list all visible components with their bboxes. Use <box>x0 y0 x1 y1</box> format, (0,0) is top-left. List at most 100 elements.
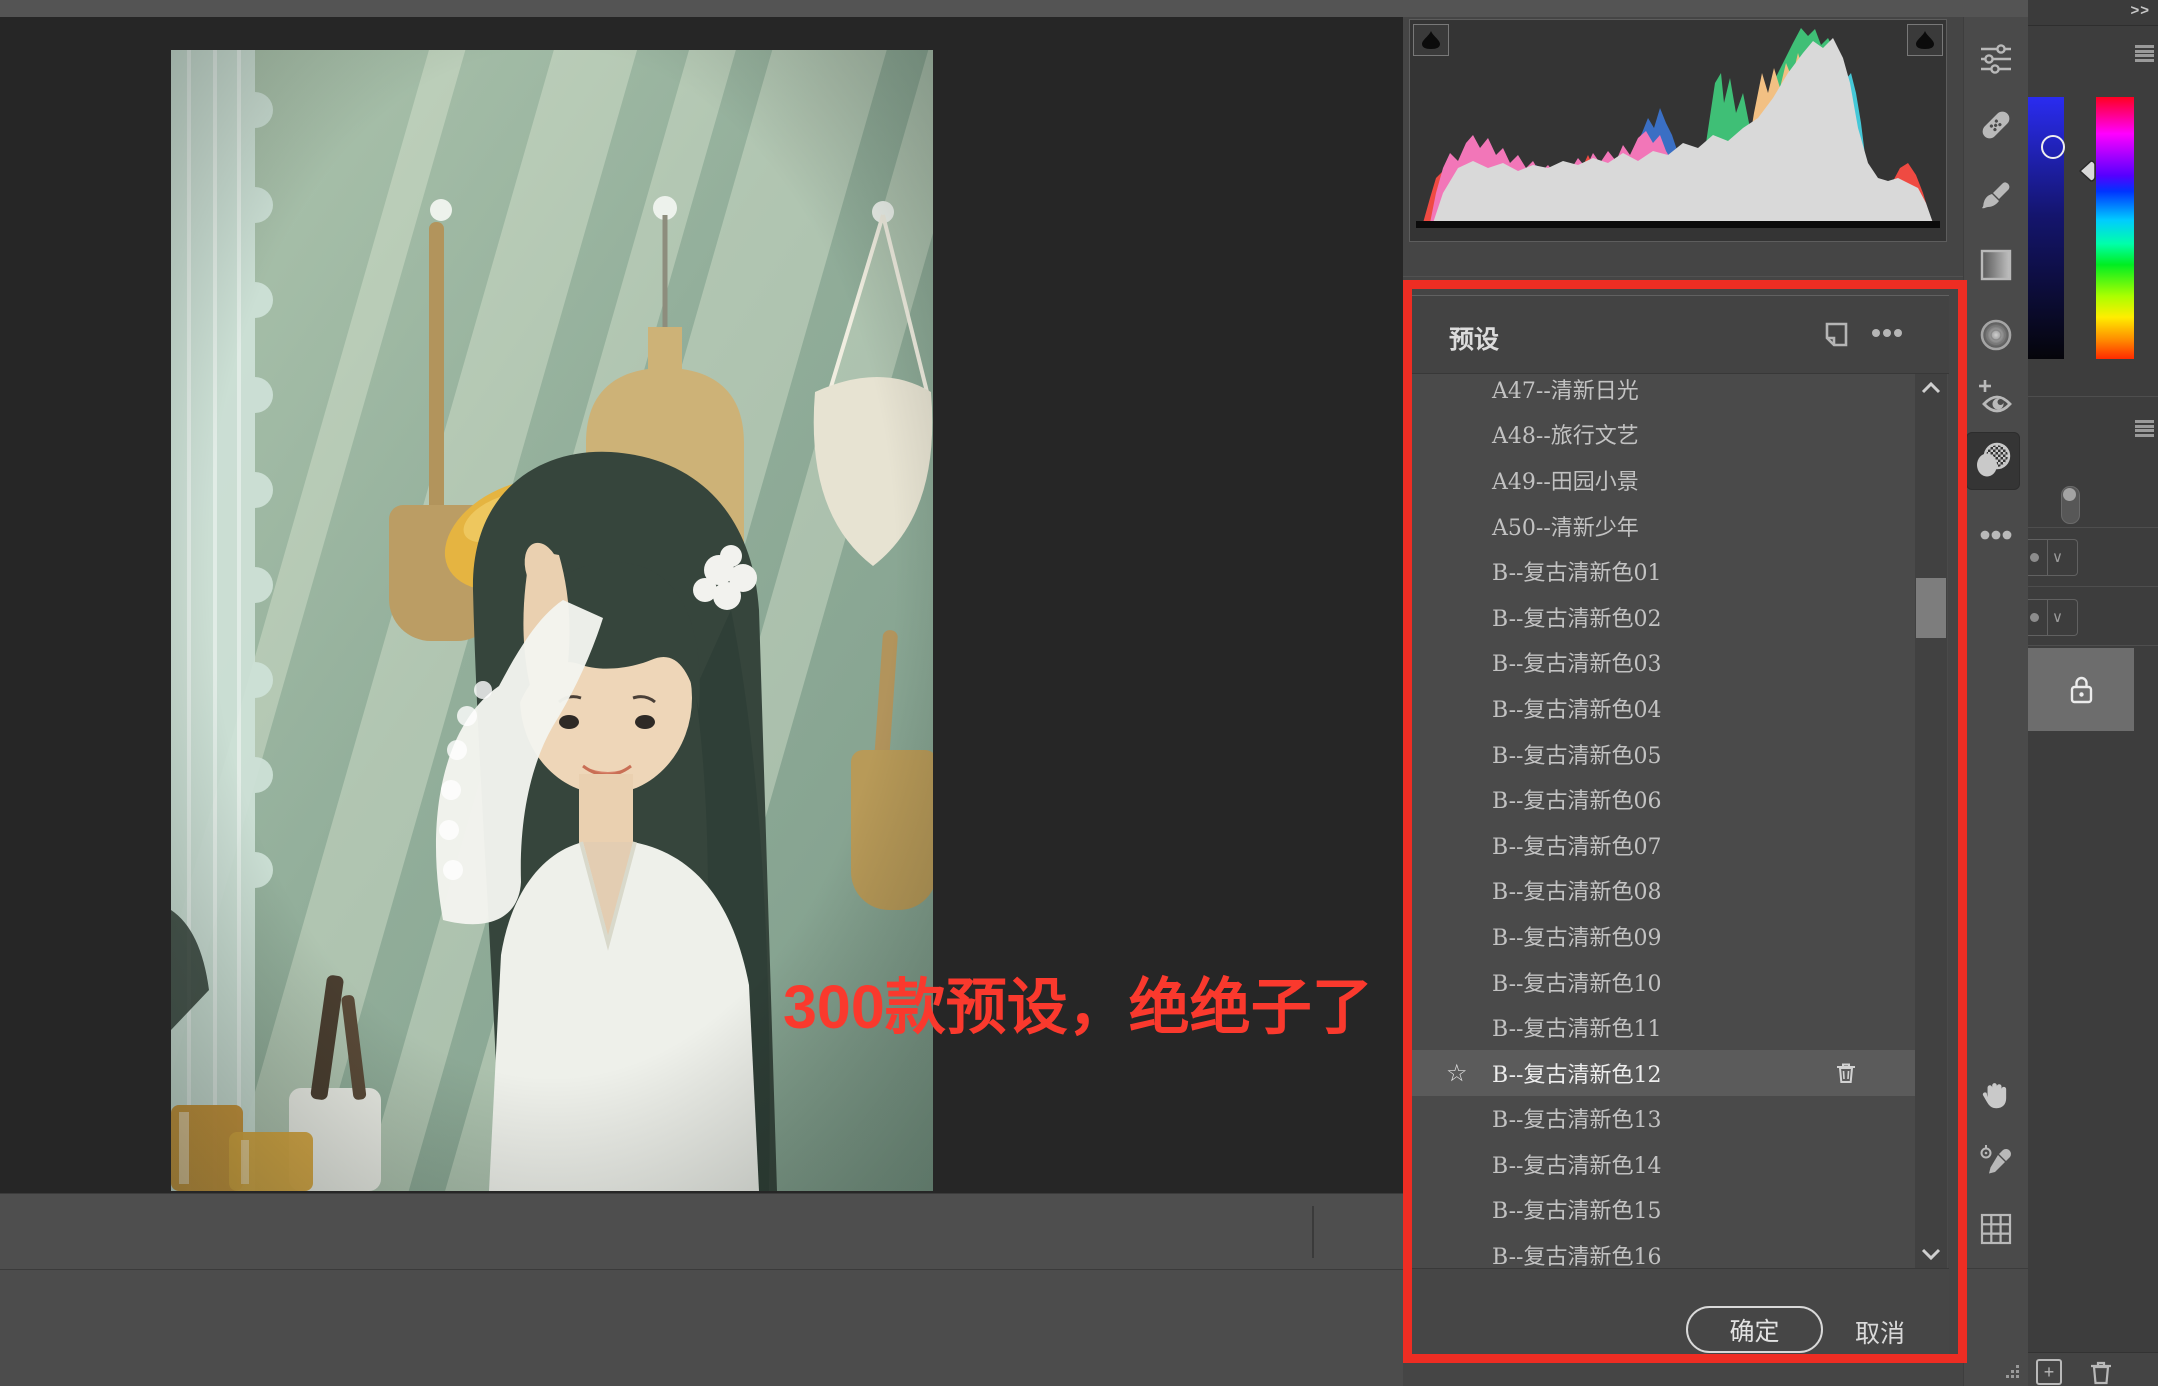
histogram-plot <box>1410 20 1946 239</box>
dropdown-1[interactable]: ∨ <box>2028 539 2078 576</box>
preset-label: A48--旅行文艺 <box>1492 418 1639 450</box>
shadow-clipping-indicator[interactable] <box>1413 24 1449 56</box>
color-panel-footer: + <box>2028 1352 2158 1386</box>
preset-row[interactable]: B--复古清新色11 <box>1412 1004 1915 1050</box>
preset-row[interactable]: B--复古清新色03 <box>1412 640 1915 686</box>
preset-row[interactable]: B--复古清新色02 <box>1412 594 1915 640</box>
star-icon[interactable]: ☆ <box>1446 1059 1468 1087</box>
preset-label: B--复古清新色10 <box>1492 966 1661 998</box>
brush-tool[interactable] <box>1974 175 2018 219</box>
preset-row[interactable]: B--复古清新色05 <box>1412 731 1915 777</box>
chevron-down-icon: ∨ <box>2052 608 2063 626</box>
presets-title: 预设 <box>1449 320 1499 356</box>
red-eye-tool[interactable] <box>1974 375 2018 419</box>
preset-label: B--复古清新色13 <box>1492 1102 1661 1134</box>
preset-list: A47--清新日光 A48--旅行文艺 A49--田园小景 A50--清新少年 … <box>1412 374 1948 1268</box>
resize-grip-dots <box>2006 1365 2022 1381</box>
panel-menu-icon[interactable] <box>2135 45 2154 62</box>
preset-label: B--复古清新色02 <box>1492 601 1661 633</box>
preset-label: B--复古清新色11 <box>1492 1011 1661 1043</box>
preset-rows: A47--清新日光 A48--旅行文艺 A49--田园小景 A50--清新少年 … <box>1412 374 1948 1268</box>
preset-row[interactable]: B--复古清新色04 <box>1412 685 1915 731</box>
title-bar <box>0 0 2028 18</box>
preset-label: A50--清新少年 <box>1492 510 1639 542</box>
radial-gradient-tool[interactable] <box>1974 313 2018 357</box>
linear-gradient-tool[interactable] <box>1974 243 2018 287</box>
preset-row[interactable]: B--复古清新色15 <box>1412 1187 1915 1233</box>
footer-divider <box>1312 1206 1314 1258</box>
image-canvas[interactable]: 300款预设，绝绝子了 <box>0 17 1403 1193</box>
trash-icon[interactable] <box>1833 1059 1859 1087</box>
more-tools-icon[interactable] <box>1974 513 2018 557</box>
camera-raw-window: 300款预设，绝绝子了 <box>0 0 2158 1386</box>
tool-column <box>1963 17 2029 1386</box>
preset-label: B--复古清新色01 <box>1492 555 1661 587</box>
color-field-cursor[interactable] <box>2041 135 2065 159</box>
preset-row[interactable]: A50--清新少年 <box>1412 503 1915 549</box>
right-panel: 预设 A47--清新日光 A48--旅行文艺 A49--田园小景 A50--清新… <box>1403 17 1963 1386</box>
presets-header: 预设 <box>1409 296 1949 373</box>
presets-tool-active[interactable] <box>1966 432 2020 490</box>
preset-label: B--复古清新色04 <box>1492 692 1661 724</box>
hand-tool[interactable] <box>1974 1073 2018 1117</box>
preset-row[interactable]: B--复古清新色13 <box>1412 1096 1915 1142</box>
preset-row[interactable]: B--复古清新色01 <box>1412 548 1915 594</box>
preset-row[interactable]: B--复古清新色16 <box>1412 1232 1915 1268</box>
preview-footer-bar <box>0 1193 1403 1270</box>
tool-column-seam <box>1964 1268 2029 1269</box>
preset-label: B--复古清新色06 <box>1492 783 1661 815</box>
preset-row[interactable]: B--复古清新色08 <box>1412 868 1915 914</box>
preset-row[interactable]: A49--田园小景 <box>1412 457 1915 503</box>
highlight-clipping-indicator[interactable] <box>1907 24 1943 56</box>
preset-row[interactable]: B--复古清新色09 <box>1412 913 1915 959</box>
preset-label: A49--田园小景 <box>1492 464 1639 496</box>
grid-overlay-tool[interactable] <box>1974 1207 2018 1251</box>
preset-label: B--复古清新色15 <box>1492 1193 1661 1225</box>
color-field[interactable] <box>2028 97 2064 359</box>
edit-sliders-tool[interactable] <box>1974 37 2018 81</box>
cancel-button[interactable]: 取消 <box>1855 1314 1905 1350</box>
toggle-switch[interactable] <box>2061 486 2080 524</box>
collapse-panel-icon[interactable]: >> <box>2130 2 2150 19</box>
healing-tool[interactable] <box>1974 103 2018 147</box>
color-panel-header: >> <box>2028 0 2158 26</box>
scroll-down-icon[interactable] <box>1920 1246 1942 1262</box>
preset-label: B--复古清新色09 <box>1492 920 1661 952</box>
preset-label: B--复古清新色05 <box>1492 738 1661 770</box>
lock-icon <box>2064 672 2098 708</box>
panel-seam <box>1403 276 1963 277</box>
preset-scrollbar[interactable] <box>1915 374 1947 1268</box>
preset-row[interactable]: B--复古清新色06 <box>1412 776 1915 822</box>
preset-row[interactable]: B--复古清新色14 <box>1412 1141 1915 1187</box>
preset-row[interactable]: A48--旅行文艺 <box>1412 412 1915 458</box>
hue-strip[interactable] <box>2096 97 2134 359</box>
add-icon[interactable]: + <box>2036 1359 2062 1385</box>
new-preset-icon[interactable] <box>1821 320 1849 348</box>
chevron-down-icon: ∨ <box>2052 548 2063 566</box>
preset-row[interactable]: A47--清新日光 <box>1412 374 1915 412</box>
preset-label: B--复古清新色07 <box>1492 829 1661 861</box>
presets-menu-icon[interactable] <box>1871 327 1903 339</box>
preset-label: B--复古清新色14 <box>1492 1148 1661 1180</box>
annotation-caption: 300款预设，绝绝子了 <box>783 974 1373 1040</box>
preset-label: B--复古清新色12 <box>1492 1057 1661 1089</box>
preset-row[interactable]: B--复古清新色10 <box>1412 959 1915 1005</box>
hue-slider-handle[interactable] <box>2076 158 2096 184</box>
preset-label: B--复古清新色08 <box>1492 874 1661 906</box>
preset-row[interactable]: ☆ B--复古清新色12 <box>1412 1050 1915 1096</box>
white-balance-eyedropper-tool[interactable] <box>1974 1139 2018 1183</box>
histogram <box>1409 19 1947 242</box>
preset-row[interactable]: B--复古清新色07 <box>1412 822 1915 868</box>
color-panel-column: >> ∨ ∨ + <box>2028 0 2158 1386</box>
trash-icon[interactable] <box>2086 1357 2116 1386</box>
ok-button[interactable]: 确定 <box>1686 1306 1823 1353</box>
preset-label: B--复古清新色03 <box>1492 646 1661 678</box>
panel-menu-icon-2[interactable] <box>2135 420 2154 437</box>
scrollbar-thumb[interactable] <box>1916 578 1946 638</box>
preset-label: A47--清新日光 <box>1492 374 1639 405</box>
dialog-footer: 确定 取消 <box>1409 1268 1949 1356</box>
dropdown-2[interactable]: ∨ <box>2028 599 2078 636</box>
lock-tile[interactable] <box>2028 648 2134 731</box>
scroll-up-icon[interactable] <box>1920 380 1942 396</box>
preset-label: B--复古清新色16 <box>1492 1239 1661 1268</box>
